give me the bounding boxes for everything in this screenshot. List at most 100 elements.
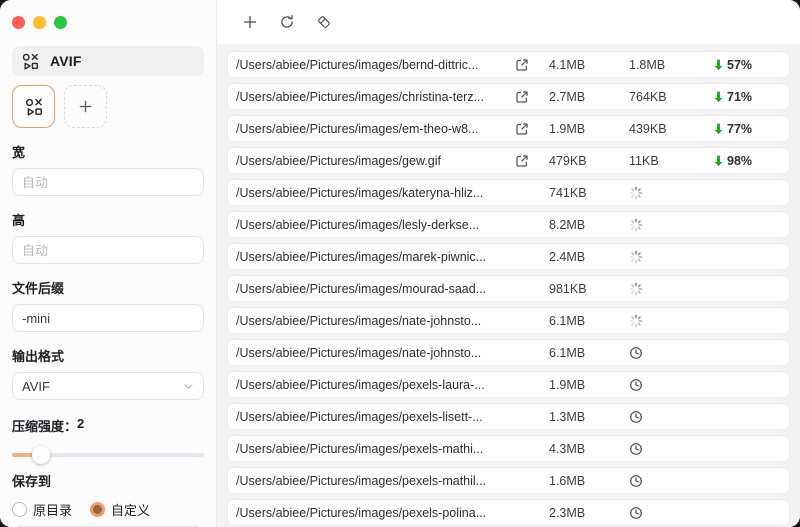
processing-spinner-icon [629, 282, 643, 296]
queued-clock-icon [629, 442, 643, 456]
file-path: /Users/abiee/Pictures/images/pexels-poli… [236, 506, 515, 520]
table-row[interactable]: /Users/abiee/Pictures/images/nate-johnst… [227, 307, 790, 334]
convert-icon [22, 53, 39, 70]
queued-clock-icon [629, 378, 643, 392]
table-row[interactable]: /Users/abiee/Pictures/images/bernd-dittr… [227, 51, 790, 78]
open-file-button[interactable] [515, 122, 529, 136]
saving-badge: 77% [713, 122, 779, 136]
saving-percent: 57% [727, 58, 752, 72]
window-controls [12, 16, 204, 29]
processing-spinner-icon [629, 314, 643, 328]
plus-icon [242, 14, 258, 30]
queued-clock-icon [629, 474, 643, 488]
radio-selected-icon [90, 502, 105, 517]
arrow-down-icon [713, 91, 724, 103]
original-size: 2.3MB [549, 506, 629, 520]
file-path: /Users/abiee/Pictures/images/christina-t… [236, 90, 515, 104]
original-size: 2.4MB [549, 250, 629, 264]
close-window-button[interactable] [12, 16, 25, 29]
preset-title: AVIF [50, 53, 82, 69]
radio-circle-icon [12, 502, 27, 517]
table-row[interactable]: /Users/abiee/Pictures/images/marek-piwni… [227, 243, 790, 270]
file-path: /Users/abiee/Pictures/images/pexels-lise… [236, 410, 515, 424]
open-file-button[interactable] [515, 90, 529, 104]
original-size: 6.1MB [549, 314, 629, 328]
queued-clock-icon [629, 410, 643, 424]
result-size: 439KB [629, 122, 667, 136]
original-size: 4.1MB [549, 58, 629, 72]
add-preset-button[interactable] [64, 85, 107, 128]
width-input[interactable] [12, 168, 204, 196]
suffix-input[interactable] [12, 304, 204, 332]
table-row[interactable]: /Users/abiee/Pictures/images/gew.gif 479… [227, 147, 790, 174]
external-link-icon [515, 154, 529, 168]
format-label: 输出格式 [12, 346, 204, 365]
processing-spinner-icon [629, 250, 643, 264]
saving-percent: 98% [727, 154, 752, 168]
original-size: 981KB [549, 282, 629, 296]
convert-icon [25, 98, 43, 116]
zoom-window-button[interactable] [54, 16, 67, 29]
result-size: 764KB [629, 90, 667, 104]
saving-percent: 77% [727, 122, 752, 136]
file-path: /Users/abiee/Pictures/images/nate-johnst… [236, 314, 515, 328]
strength-label: 压缩强度： [12, 416, 77, 435]
table-row[interactable]: /Users/abiee/Pictures/images/christina-t… [227, 83, 790, 110]
file-path: /Users/abiee/Pictures/images/em-theo-w8.… [236, 122, 515, 136]
original-size: 1.3MB [549, 410, 629, 424]
external-link-icon [515, 122, 529, 136]
radio-custom-dir[interactable]: 自定义 [90, 500, 150, 519]
file-path: /Users/abiee/Pictures/images/bernd-dittr… [236, 58, 515, 72]
original-size: 1.9MB [549, 378, 629, 392]
chevron-down-icon [183, 381, 194, 392]
file-path: /Users/abiee/Pictures/images/mourad-saad… [236, 282, 515, 296]
strength-value: 2 [77, 416, 84, 435]
radio-custom-dir-label: 自定义 [111, 500, 150, 519]
original-size: 4.3MB [549, 442, 629, 456]
result-size: 1.8MB [629, 58, 665, 72]
toolbar [217, 0, 800, 44]
preset-header: AVIF [12, 46, 204, 76]
suffix-label: 文件后缀 [12, 278, 204, 297]
plus-icon [78, 99, 93, 114]
original-size: 741KB [549, 186, 629, 200]
height-input[interactable] [12, 236, 204, 264]
table-row[interactable]: /Users/abiee/Pictures/images/em-theo-w8.… [227, 115, 790, 142]
strength-slider[interactable] [12, 453, 204, 457]
table-row[interactable]: /Users/abiee/Pictures/images/pexels-math… [227, 435, 790, 462]
file-list: /Users/abiee/Pictures/images/bernd-dittr… [217, 44, 800, 527]
arrow-down-icon [713, 155, 724, 167]
table-row[interactable]: /Users/abiee/Pictures/images/pexels-laur… [227, 371, 790, 398]
processing-spinner-icon [629, 186, 643, 200]
table-row[interactable]: /Users/abiee/Pictures/images/nate-johnst… [227, 339, 790, 366]
table-row[interactable]: /Users/abiee/Pictures/images/pexels-lise… [227, 403, 790, 430]
save-to-label: 保存到 [12, 471, 204, 490]
saving-badge: 57% [713, 58, 779, 72]
table-row[interactable]: /Users/abiee/Pictures/images/mourad-saad… [227, 275, 790, 302]
table-row[interactable]: /Users/abiee/Pictures/images/lesly-derks… [227, 211, 790, 238]
result-size: 11KB [629, 154, 659, 168]
table-row[interactable]: /Users/abiee/Pictures/images/kateryna-hl… [227, 179, 790, 206]
open-file-button[interactable] [515, 58, 529, 72]
saving-percent: 71% [727, 90, 752, 104]
format-select[interactable]: AVIF [12, 372, 204, 400]
table-row[interactable]: /Users/abiee/Pictures/images/pexels-poli… [227, 499, 790, 526]
file-path: /Users/abiee/Pictures/images/gew.gif [236, 154, 515, 168]
eraser-icon [316, 14, 332, 30]
add-files-button[interactable] [238, 10, 262, 34]
original-size: 6.1MB [549, 346, 629, 360]
main-panel: /Users/abiee/Pictures/images/bernd-dittr… [217, 0, 800, 527]
minimize-window-button[interactable] [33, 16, 46, 29]
width-label: 宽 [12, 142, 204, 161]
clear-list-button[interactable] [312, 10, 336, 34]
refresh-button[interactable] [275, 10, 299, 34]
slider-handle[interactable] [32, 446, 50, 464]
refresh-icon [279, 14, 295, 30]
original-size: 1.6MB [549, 474, 629, 488]
table-row[interactable]: /Users/abiee/Pictures/images/pexels-math… [227, 467, 790, 494]
radio-original-dir[interactable]: 原目录 [12, 500, 72, 519]
queued-clock-icon [629, 346, 643, 360]
preset-tab-avif[interactable] [12, 85, 55, 128]
open-file-button[interactable] [515, 154, 529, 168]
height-label: 高 [12, 210, 204, 229]
